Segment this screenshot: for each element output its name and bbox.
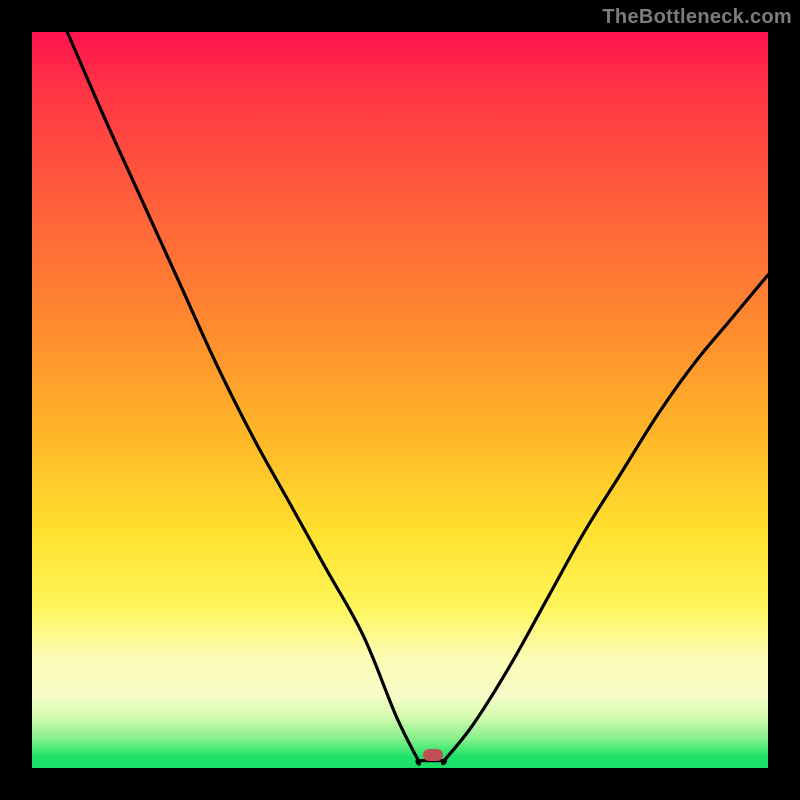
minimum-marker xyxy=(423,749,443,761)
bottleneck-curve xyxy=(32,32,768,768)
chart-frame: TheBottleneck.com xyxy=(0,0,800,800)
watermark-text: TheBottleneck.com xyxy=(602,6,792,29)
plot-area xyxy=(32,32,768,768)
